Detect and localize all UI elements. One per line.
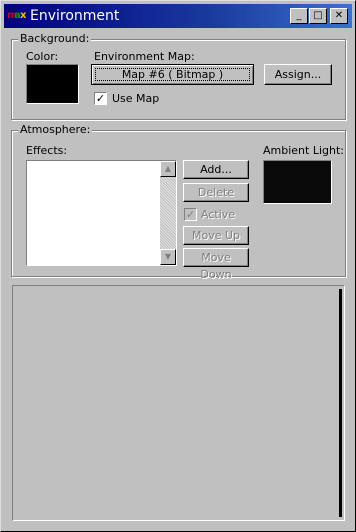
move-up-button-label: Move Up bbox=[191, 229, 241, 242]
environment-map-label: Environment Map: bbox=[94, 50, 195, 63]
close-icon: ✕ bbox=[334, 10, 344, 21]
close-button[interactable]: ✕ bbox=[330, 8, 348, 24]
window-title: Environment bbox=[30, 8, 120, 24]
background-group-label: Background: bbox=[18, 32, 92, 46]
color-label: Color: bbox=[26, 50, 59, 63]
scroll-up-icon: ▲ bbox=[164, 164, 172, 173]
effects-label: Effects: bbox=[26, 144, 68, 157]
scroll-down-button[interactable]: ▼ bbox=[160, 249, 176, 265]
ambient-light-swatch[interactable] bbox=[263, 160, 332, 204]
scroll-down-icon: ▼ bbox=[164, 252, 172, 261]
active-label: Active bbox=[201, 208, 236, 221]
scroll-up-button[interactable]: ▲ bbox=[160, 161, 176, 177]
title-bar[interactable]: max Environment _ □ ✕ bbox=[4, 4, 352, 28]
use-map-label: Use Map bbox=[112, 92, 160, 105]
effects-scrollbar[interactable]: ▲ ▼ bbox=[160, 161, 176, 265]
effects-listbox[interactable]: ▲ ▼ bbox=[26, 160, 177, 266]
rollout-panel bbox=[12, 285, 345, 521]
check-icon: ✓ bbox=[185, 208, 196, 221]
minimize-button[interactable]: _ bbox=[290, 8, 308, 24]
atmosphere-group-label: Atmosphere: bbox=[18, 123, 93, 137]
use-map-checkbox[interactable]: ✓ bbox=[94, 92, 107, 105]
delete-button[interactable]: Delete bbox=[183, 183, 249, 202]
move-down-button-label: Move Down bbox=[200, 251, 232, 281]
delete-button-label: Delete bbox=[197, 186, 235, 199]
rollout-scrollbar[interactable] bbox=[339, 289, 342, 517]
assign-button[interactable]: Assign... bbox=[264, 64, 332, 85]
active-checkbox[interactable]: ✓ bbox=[184, 208, 197, 221]
environment-map-button[interactable]: Map #6 ( Bitmap ) bbox=[91, 64, 254, 85]
minimize-icon: _ bbox=[296, 10, 302, 21]
background-color-swatch[interactable] bbox=[26, 64, 79, 104]
move-down-button[interactable]: Move Down bbox=[183, 248, 249, 281]
assign-button-label: Assign... bbox=[274, 68, 322, 81]
move-up-button[interactable]: Move Up bbox=[183, 226, 249, 245]
check-icon: ✓ bbox=[95, 92, 106, 105]
ambient-light-label: Ambient Light: bbox=[263, 144, 344, 157]
add-button[interactable]: Add... bbox=[183, 160, 249, 179]
focus-rect bbox=[95, 68, 250, 81]
maximize-icon: □ bbox=[313, 10, 323, 21]
app-icon: max bbox=[7, 10, 27, 21]
maximize-button[interactable]: □ bbox=[309, 8, 327, 24]
add-button-label: Add... bbox=[200, 163, 232, 176]
environment-window: max Environment _ □ ✕ Background: Color:… bbox=[0, 0, 356, 532]
